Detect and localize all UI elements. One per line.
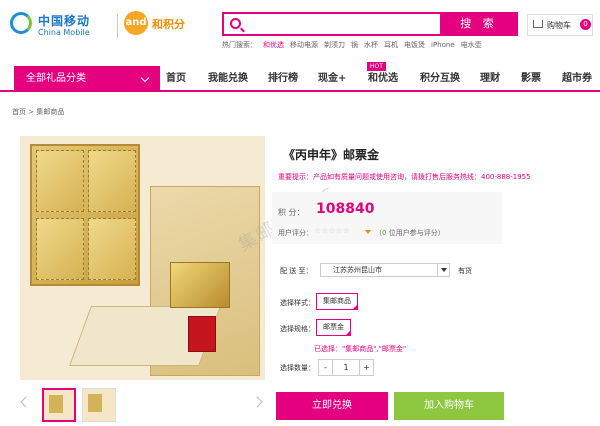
thumbnail-image	[49, 395, 63, 413]
stamp-image	[88, 150, 136, 212]
all-categories-label: 全部礼品分类	[26, 73, 86, 84]
quantity-label: 选择数量：	[280, 364, 315, 372]
selection-summary: 已选择："集邮商品","邮票金"	[314, 345, 407, 353]
nav-item-movie-tickets[interactable]: 影票	[521, 66, 541, 92]
header: 中国移动 China Mobile and 和积分 搜 索 购物车 0 热门搜索…	[0, 0, 600, 60]
style-option-selected[interactable]: 集邮商品	[316, 293, 358, 310]
cart-label: 购物车	[547, 21, 571, 30]
nav-item-hyouxuan[interactable]: 和优选	[368, 66, 398, 92]
rating-count: （0 位用户参与评分）	[375, 228, 445, 238]
hejifen-logo-icon: and	[124, 11, 148, 35]
quantity-input[interactable]: 1	[333, 360, 359, 375]
rating-count-suffix: 位用户参与评分）	[386, 229, 445, 237]
chevron-down-icon	[140, 73, 150, 83]
spec-label: 选择规格：	[280, 325, 315, 333]
price-value: 108840	[316, 201, 375, 217]
price-panel: 积 分： 108840 用户评分： ☆☆☆☆☆ （0 位用户参与评分）	[272, 192, 502, 244]
china-mobile-logo-en: China Mobile	[38, 28, 90, 37]
spec-option-selected[interactable]: 邮票金	[316, 319, 351, 336]
shipping-value: 江苏苏州昆山市	[333, 266, 382, 274]
caret-down-icon[interactable]	[365, 230, 371, 234]
hot-term[interactable]: 移动电源	[290, 41, 318, 49]
nav-item-can-redeem[interactable]: 我能兑换	[208, 66, 248, 92]
service-notice: 重要提示：产品如有质量问题或使用咨询，请拨打售后服务热线：400-888-195…	[278, 173, 531, 181]
stock-status: 有货	[458, 267, 472, 275]
rating-label: 用户评分：	[278, 229, 313, 237]
quantity-decrement-button[interactable]: -	[319, 360, 333, 375]
cart-button[interactable]: 购物车 0	[527, 14, 593, 36]
chevron-right-icon[interactable]	[251, 396, 263, 408]
price-label: 积 分：	[278, 208, 305, 217]
hot-term[interactable]: 电饭煲	[404, 41, 425, 49]
thumbnail-2[interactable]	[82, 388, 116, 422]
nav-item-supermarket[interactable]: 超市券	[562, 66, 592, 92]
search-input[interactable]	[246, 14, 426, 34]
nav-item-ranking[interactable]: 排行榜	[268, 66, 298, 92]
hot-term[interactable]: 水杯	[364, 41, 378, 49]
redeem-now-button[interactable]: 立即兑换	[276, 392, 388, 420]
hot-term[interactable]: 电水壶	[461, 41, 482, 49]
rating-count-prefix: （	[375, 229, 382, 237]
red-certificate	[188, 316, 216, 352]
thumbnail-image	[88, 394, 102, 412]
thumbnail-1[interactable]	[42, 388, 76, 422]
main-nav: 全部礼品分类 首页 我能兑换 排行榜 现金+ 和优选 积分互换 理财 影票 超市…	[0, 66, 600, 92]
china-mobile-logo-cn: 中国移动	[38, 14, 91, 28]
search-bar: 搜 索	[222, 12, 518, 36]
stamp-image	[36, 150, 84, 212]
hejifen-logo-text: 和积分	[152, 18, 185, 31]
hot-term[interactable]: 耳机	[384, 41, 398, 49]
stamp-image	[36, 218, 84, 280]
chevron-left-icon[interactable]	[20, 396, 32, 408]
gold-plate	[170, 262, 230, 308]
nav-item-home[interactable]: 首页	[166, 66, 186, 92]
shipping-label: 配 送 至：	[280, 267, 313, 275]
quantity-increment-button[interactable]: +	[359, 360, 373, 375]
hot-searches: 热门搜索： 和优选 移动电源 剃须刀锅水杯 耳机 电饭煲 iPhone 电水壶	[222, 40, 488, 50]
thumbnail-strip	[20, 388, 265, 424]
style-label: 选择样式：	[280, 299, 315, 307]
shipping-select[interactable]: 江苏苏州昆山市	[320, 263, 450, 277]
nav-item-points-exchange[interactable]: 积分互换	[420, 66, 460, 92]
search-icon	[230, 18, 241, 29]
logo-divider	[117, 14, 118, 38]
nav-item-cash-plus[interactable]: 现金+	[318, 66, 346, 92]
product-main-image	[20, 136, 265, 380]
cart-icon	[533, 20, 543, 28]
hejifen-logo[interactable]: and 和积分	[124, 11, 204, 41]
china-mobile-logo[interactable]: 中国移动 China Mobile	[10, 10, 110, 40]
cart-count-badge: 0	[580, 19, 591, 30]
star-rating-icon: ☆☆☆☆☆	[314, 226, 350, 235]
nav-item-finance[interactable]: 理财	[480, 66, 500, 92]
add-to-cart-button[interactable]: 加入购物车	[394, 392, 504, 420]
hot-term[interactable]: iPhone	[431, 41, 455, 49]
product-title: 《丙申年》邮票金	[283, 148, 380, 162]
hot-term[interactable]: 和优选	[263, 41, 284, 49]
search-button[interactable]: 搜 索	[440, 12, 518, 36]
hot-term[interactable]: 剃须刀	[324, 41, 345, 49]
hot-term[interactable]: 锅	[351, 41, 358, 49]
dropdown-arrow-icon	[437, 264, 449, 276]
stamp-image	[88, 218, 136, 280]
all-categories-menu[interactable]: 全部礼品分类	[14, 66, 160, 92]
stamp-frame	[30, 144, 140, 286]
breadcrumb[interactable]: 首页 > 集邮商品	[12, 107, 64, 117]
quantity-stepper: - 1 +	[318, 359, 374, 376]
hot-searches-label: 热门搜索：	[222, 41, 257, 49]
china-mobile-logo-icon	[10, 12, 32, 34]
